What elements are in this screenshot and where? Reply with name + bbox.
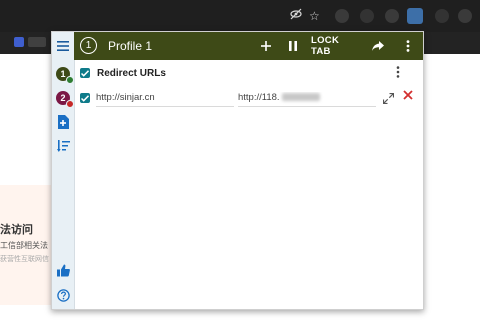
extension-popup: 1 2 1 Profile 1 LOCK TAB Redirect URLs h…: [51, 31, 424, 310]
error-message: 工信部相关法: [0, 241, 48, 250]
help-icon[interactable]: [54, 286, 72, 304]
sidebar-profile-1[interactable]: 1: [54, 65, 74, 84]
redirect-from-input[interactable]: http://sinjar.cn: [96, 92, 234, 107]
bookmark-favicon[interactable]: [14, 37, 24, 47]
extension-icon[interactable]: [360, 9, 374, 23]
profile-header: 1 Profile 1 LOCK TAB: [74, 32, 423, 60]
redirect-to-input[interactable]: http://118.: [238, 92, 376, 107]
add-icon[interactable]: [258, 36, 274, 56]
more-vert-icon[interactable]: [400, 36, 416, 56]
extension-icon[interactable]: [435, 9, 449, 23]
group-enabled-checkbox[interactable]: [80, 68, 90, 78]
extension-icon[interactable]: [335, 9, 349, 23]
lock-tab-button[interactable]: LOCK TAB: [311, 35, 361, 57]
redirect-from-value: http://sinjar.cn: [96, 92, 155, 103]
group-title[interactable]: Redirect URLs: [97, 68, 166, 79]
redacted-text: [282, 93, 321, 102]
extension-icon[interactable]: [385, 9, 399, 23]
sidebar: 1 2: [52, 32, 75, 309]
browser-toolbar: ☆: [0, 0, 480, 32]
error-note: 获营性互联网信: [0, 256, 49, 263]
expand-icon[interactable]: [382, 91, 395, 109]
thumbs-up-icon[interactable]: [54, 261, 72, 279]
rules-panel: Redirect URLs http://sinjar.cn http://11…: [74, 60, 423, 309]
star-icon[interactable]: ☆: [309, 8, 320, 24]
menu-icon[interactable]: [54, 37, 72, 55]
profile-status-dot: [66, 100, 74, 108]
share-icon[interactable]: [370, 36, 386, 56]
new-file-icon[interactable]: [54, 113, 72, 131]
bookmark-label[interactable]: [28, 37, 46, 47]
lock-tab-label: LOCK TAB: [311, 35, 340, 57]
sort-icon[interactable]: [54, 137, 72, 155]
delete-icon[interactable]: [403, 88, 413, 102]
extension-icon[interactable]: [458, 9, 472, 23]
redirect-extension-icon[interactable]: [407, 8, 423, 24]
profile-name[interactable]: Profile 1: [108, 39, 152, 53]
profile-status-dot: [66, 76, 74, 84]
sidebar-profile-2[interactable]: 2: [54, 89, 74, 108]
redirect-to-value: http://118.: [238, 92, 280, 103]
group-more-vert-icon[interactable]: [396, 66, 400, 80]
eye-off-icon[interactable]: [290, 8, 302, 24]
pause-icon[interactable]: [285, 36, 301, 56]
profile-index-badge: 1: [80, 37, 97, 54]
error-title: 法访问: [0, 224, 33, 236]
rule-enabled-checkbox[interactable]: [80, 93, 90, 103]
